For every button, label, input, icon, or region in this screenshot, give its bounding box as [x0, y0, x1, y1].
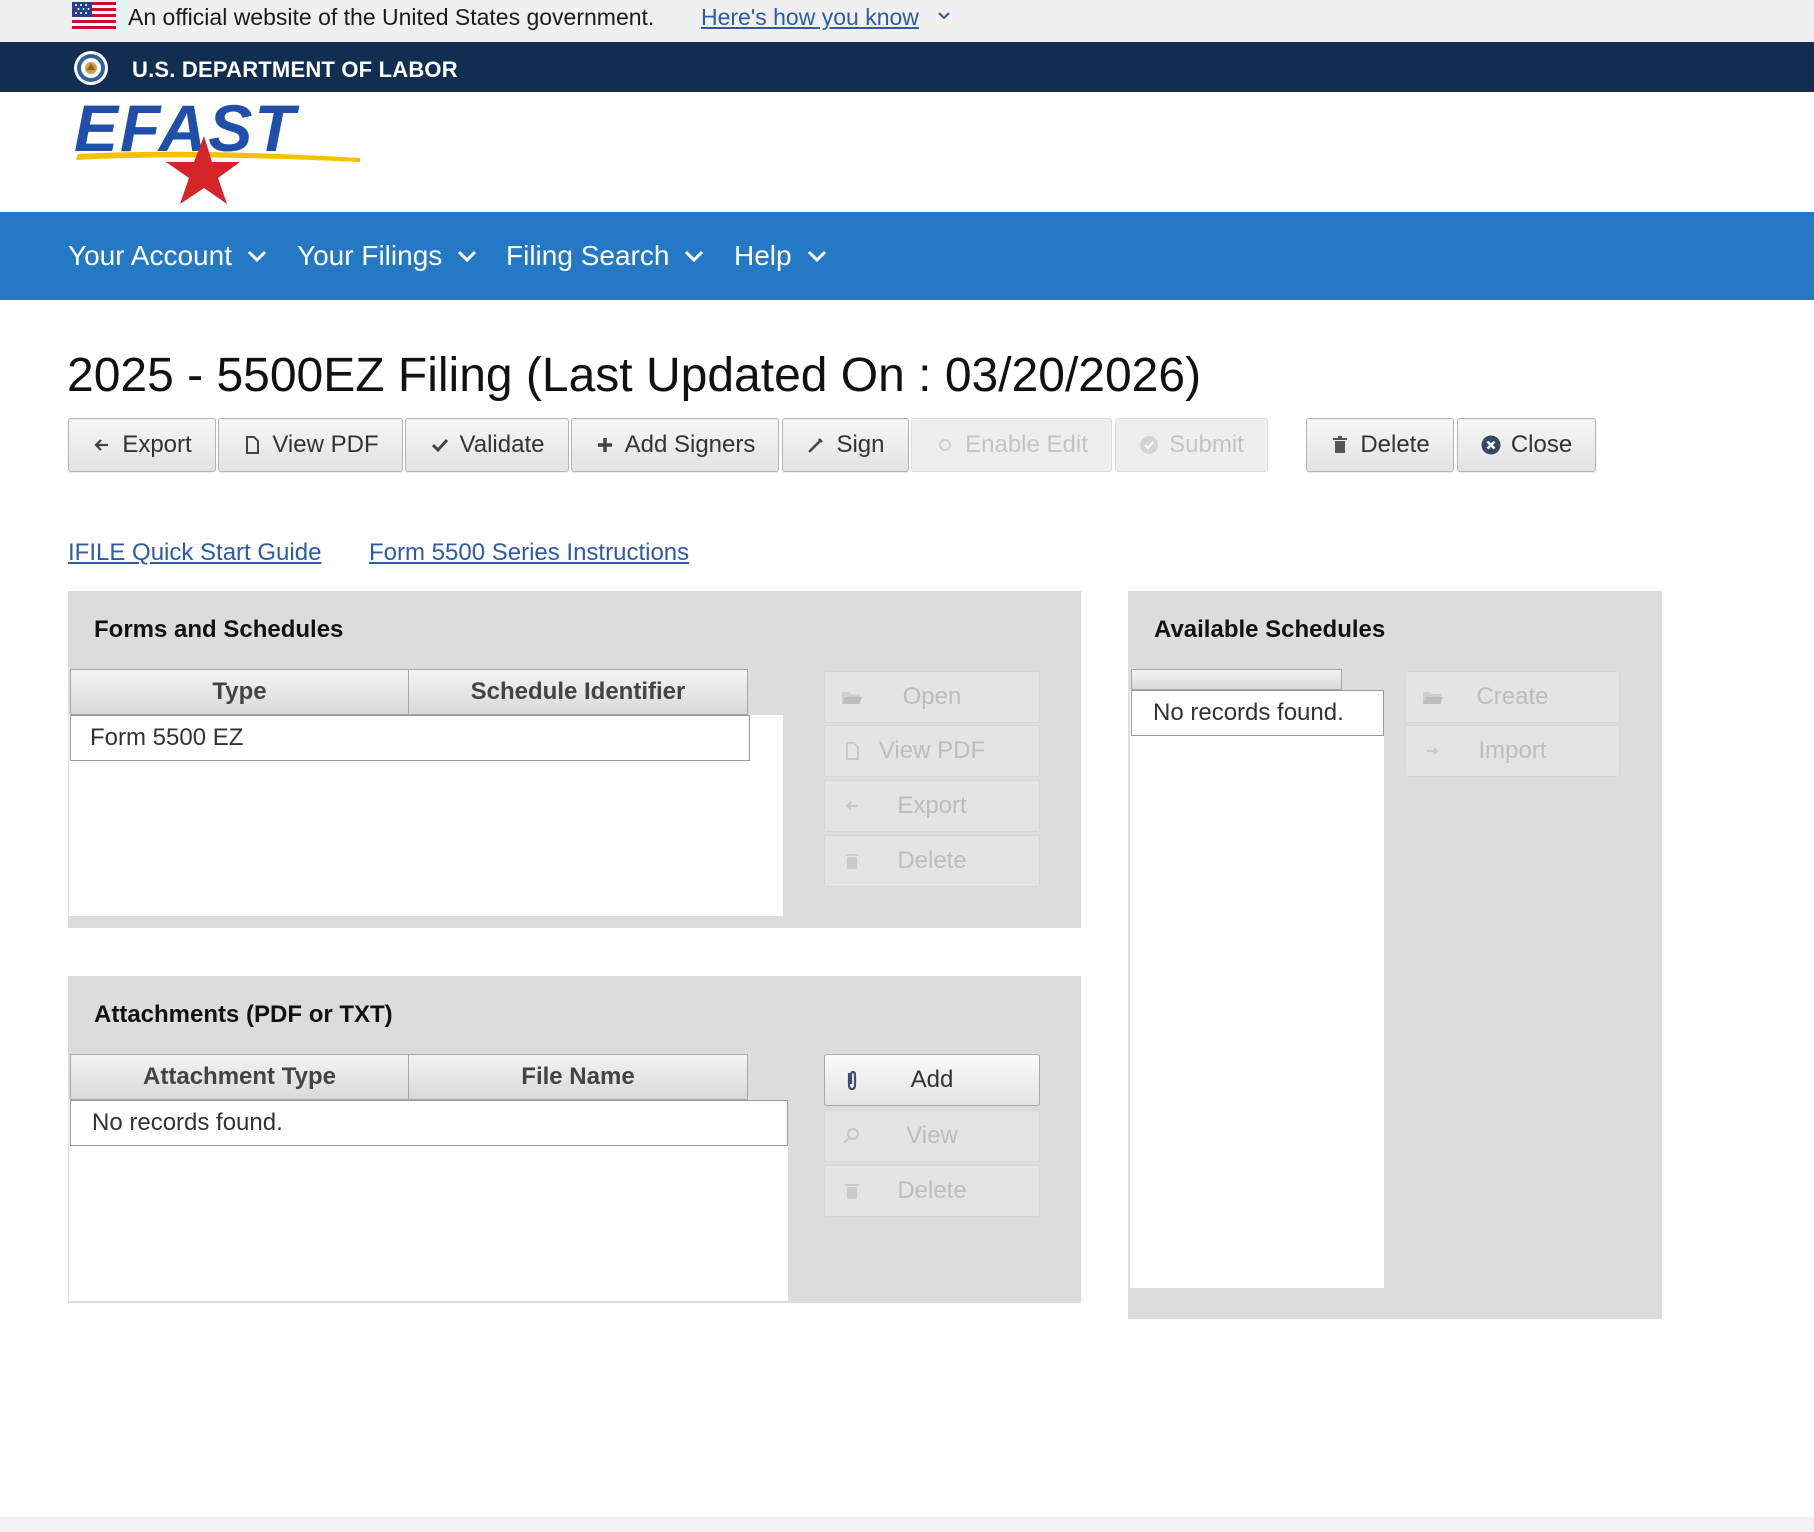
create-schedule-button[interactable]: Create [1405, 671, 1620, 723]
button-label: Create [1476, 683, 1549, 710]
trash-icon [845, 1184, 859, 1199]
schedules-panel-title: Available Schedules [1154, 616, 1386, 643]
instructions-link[interactable]: Form 5500 Series Instructions [369, 536, 689, 570]
button-label: Delete [1360, 431, 1430, 458]
delete-schedule-button[interactable]: Delete [824, 835, 1040, 887]
circle-icon [939, 439, 952, 451]
nav-filing-search[interactable]: Filing Search [506, 236, 707, 276]
button-label: Submit [1169, 431, 1244, 458]
check-circle-icon [1140, 436, 1159, 454]
button-label: View PDF [878, 737, 986, 764]
add-signers-button[interactable]: Add Signers [571, 418, 779, 472]
page-title: 2025 - 5500EZ Filing (Last Updated On : … [67, 349, 1202, 402]
nav-label: Filing Search [506, 240, 670, 271]
how-you-know-link[interactable]: Here's how you know [701, 2, 919, 32]
button-label: Add [910, 1066, 954, 1093]
button-label: Close [1510, 431, 1573, 458]
close-button[interactable]: Close [1457, 418, 1596, 472]
forms-panel-title: Forms and Schedules [94, 616, 344, 643]
button-label: Enable Edit [965, 431, 1088, 458]
empty-message: No records found. [70, 1100, 788, 1146]
paperclip-icon [847, 1070, 857, 1091]
document-icon [846, 742, 859, 760]
export-button[interactable]: Export [68, 418, 216, 472]
button-label: Delete [897, 847, 967, 874]
button-label: View PDF [272, 431, 379, 458]
button-label: View [906, 1122, 958, 1149]
sign-button[interactable]: Sign [782, 418, 909, 472]
schedules-grid-body [1130, 690, 1384, 1288]
export-schedule-button[interactable]: Export [824, 780, 1040, 832]
button-label: Export [122, 431, 192, 458]
plus-icon [597, 438, 612, 452]
nav-label: Help [734, 240, 792, 271]
column-header-type[interactable]: Type [70, 669, 409, 715]
import-schedule-button[interactable]: Import [1405, 725, 1620, 777]
view-pdf-button[interactable]: View PDF [218, 418, 403, 472]
button-label: Open [902, 683, 962, 710]
add-attachment-button[interactable]: Add [824, 1054, 1040, 1106]
column-header-schedule-identifier[interactable]: Schedule Identifier [408, 669, 748, 715]
view-attachment-button[interactable]: View [824, 1110, 1040, 1162]
trash-icon [845, 854, 859, 869]
open-button[interactable]: Open [824, 671, 1040, 723]
schedules-column-header[interactable] [1131, 669, 1342, 690]
arrow-left-icon [845, 801, 858, 811]
chevron-down-icon[interactable] [936, 8, 952, 24]
empty-message: No records found. [1131, 690, 1384, 736]
svg-text:EFAST: EFAST [74, 96, 299, 165]
dol-seal-icon[interactable] [73, 50, 109, 86]
close-circle-icon [1481, 435, 1501, 455]
document-icon [246, 436, 260, 454]
column-header-attachment-type[interactable]: Attachment Type [70, 1054, 409, 1100]
footer-strip [0, 1517, 1814, 1532]
main-nav [0, 212, 1814, 300]
button-label: Delete [897, 1177, 967, 1204]
efast-logo[interactable]: EFAST [70, 96, 370, 206]
chevron-down-icon [807, 250, 826, 263]
table-row[interactable]: Form 5500 EZ [70, 715, 750, 761]
view-pdf-schedule-button[interactable]: View PDF [824, 725, 1040, 777]
checkmark-icon [431, 438, 448, 453]
arrow-right-icon [1427, 747, 1439, 755]
nav-label: Your Account [68, 240, 232, 271]
chevron-down-icon [458, 250, 477, 263]
attachments-panel-title: Attachments (PDF or TXT) [94, 1001, 393, 1028]
arrow-left-icon [94, 439, 109, 451]
folder-open-icon [1423, 692, 1443, 704]
trash-icon [1333, 436, 1348, 453]
agency-name: U.S. DEPARTMENT OF LABOR [132, 57, 458, 82]
quick-start-guide-link[interactable]: IFILE Quick Start Guide [68, 536, 321, 570]
submit-button[interactable]: Submit [1115, 418, 1268, 472]
delete-button[interactable]: Delete [1306, 418, 1454, 472]
chevron-down-icon [247, 250, 267, 263]
enable-edit-button[interactable]: Enable Edit [911, 418, 1112, 472]
nav-label: Your Filings [297, 240, 443, 271]
nav-your-filings[interactable]: Your Filings [297, 236, 480, 276]
validate-button[interactable]: Validate [405, 418, 569, 472]
column-header-file-name[interactable]: File Name [408, 1054, 748, 1100]
button-label: Sign [836, 431, 885, 458]
chevron-down-icon [685, 250, 704, 263]
pencil-icon [808, 438, 824, 453]
us-flag-icon [72, 2, 116, 30]
magnifier-icon [843, 1127, 860, 1144]
button-label: Add Signers [624, 431, 756, 458]
gov-banner-text: An official website of the United States… [128, 4, 655, 30]
nav-help[interactable]: Help [734, 236, 830, 276]
folder-open-icon [842, 692, 862, 704]
button-label: Validate [459, 431, 545, 458]
button-label: Export [897, 792, 967, 819]
nav-your-account[interactable]: Your Account [68, 236, 270, 276]
delete-attachment-button[interactable]: Delete [824, 1165, 1040, 1217]
button-label: Import [1478, 737, 1547, 764]
